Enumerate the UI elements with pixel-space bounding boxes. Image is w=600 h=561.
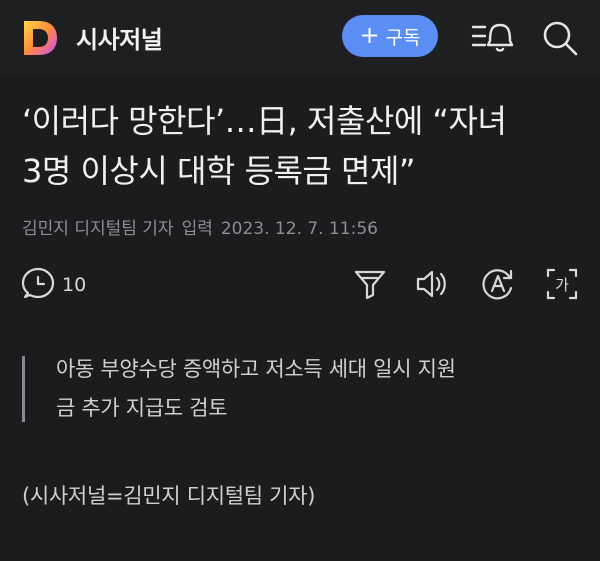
filter-icon[interactable] [352,266,388,302]
article-toolbar: 10 가 [0,262,600,310]
comment-count[interactable]: 10 [62,274,86,296]
font-size-icon[interactable] [480,266,516,302]
quote-bar [22,356,25,422]
speaker-icon[interactable] [414,266,450,302]
comment-icon[interactable] [20,266,56,302]
translate-glyph: 가 [555,276,569,294]
article-title: ‘이러다 망한다’…日, 저출산에 “자녀 3명 이상시 대학 등록금 면제” [22,96,582,196]
title-line-1: ‘이러다 망한다’…日, 저출산에 “자녀 [22,102,507,140]
subheading-line-2: 금 추가 지급도 검토 [56,396,228,420]
input-label: 입력 [181,219,213,239]
search-icon[interactable] [540,18,580,58]
menu-notification-icon[interactable] [470,18,514,54]
subscribe-button[interactable]: + 구독 [342,15,438,57]
reporter-name: 김민지 디지털팀 기자 [22,219,174,239]
brand-name[interactable]: 시사저널 [76,20,163,55]
article-subheading: 아동 부양수당 증액하고 저소득 세대 일시 지원 금 추가 지급도 검토 [22,350,578,428]
subheading-text: 아동 부양수당 증액하고 저소득 세대 일시 지원 금 추가 지급도 검토 [56,350,576,428]
subscribe-label: 구독 [385,26,421,49]
byline: 김민지 디지털팀 기자 입력 2023. 12. 7. 11:56 [22,214,378,239]
brand-logo-icon[interactable] [20,18,60,58]
translate-icon[interactable]: 가 [544,266,580,302]
app-header: 시사저널 + 구독 [0,0,600,74]
publish-date: 2023. 12. 7. 11:56 [220,219,378,239]
subheading-line-1: 아동 부양수당 증액하고 저소득 세대 일시 지원 [56,357,456,381]
title-line-2: 3명 이상시 대학 등록금 면제” [22,152,415,190]
plus-icon: + [359,21,380,49]
article-body: (시사저널=김민지 디지털팀 기자) [22,484,316,508]
